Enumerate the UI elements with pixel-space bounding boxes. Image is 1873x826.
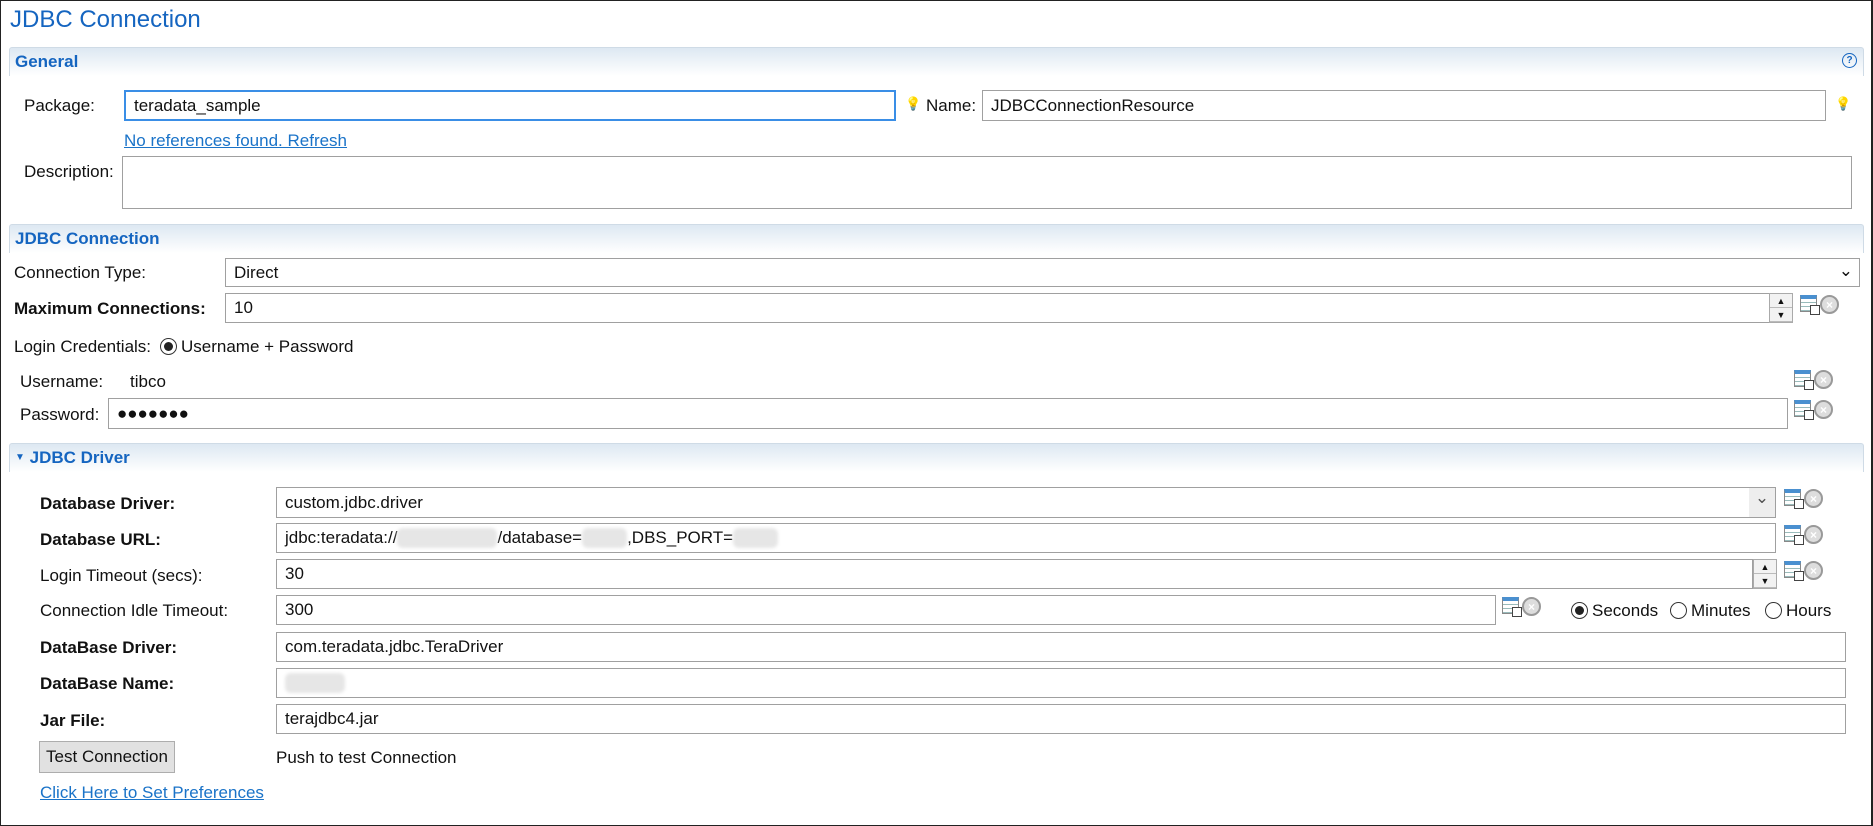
collapse-arrow-icon[interactable]: ▼ — [15, 452, 25, 463]
username-label: Username: — [20, 372, 104, 391]
jar-file-input[interactable]: terajdbc4.jar — [276, 704, 1846, 734]
field-actions: × — [1502, 597, 1541, 617]
unit-hours-radio[interactable]: Hours — [1765, 601, 1831, 621]
password-input[interactable]: ●●●●●●● — [108, 398, 1788, 429]
unit-seconds-radio[interactable]: Seconds — [1571, 601, 1658, 621]
name-input[interactable]: JDBCConnectionResource — [982, 90, 1826, 121]
password-label: Password: — [20, 405, 100, 424]
username-value: tibco — [130, 372, 166, 391]
clear-icon[interactable]: × — [1820, 295, 1839, 314]
max-connections-spinner[interactable]: ▲ ▼ — [1769, 293, 1793, 323]
clear-icon[interactable]: × — [1804, 489, 1823, 508]
lightbulb-icon: 💡 — [905, 96, 922, 111]
max-connections-label: Maximum Connections: — [14, 299, 206, 318]
radio-icon[interactable] — [1670, 602, 1687, 619]
max-connections-input[interactable]: 10 — [225, 293, 1770, 323]
clear-icon[interactable]: × — [1804, 525, 1823, 544]
db-driver-select[interactable]: custom.jdbc.driver ⌄ — [276, 487, 1776, 518]
clear-icon[interactable]: × — [1804, 561, 1823, 580]
package-input[interactable]: teradata_sample — [124, 90, 896, 121]
radio-icon[interactable] — [1765, 602, 1782, 619]
test-hint: Push to test Connection — [276, 748, 457, 767]
table-icon[interactable] — [1794, 400, 1814, 420]
table-icon[interactable] — [1800, 295, 1820, 315]
package-label: Package: — [24, 96, 95, 115]
connection-type-select[interactable]: Direct ⌄ — [225, 258, 1860, 287]
db-url-label: Database URL: — [40, 530, 161, 549]
login-timeout-label: Login Timeout (secs): — [40, 566, 203, 585]
login-credentials-label: Login Credentials: — [14, 337, 152, 356]
test-connection-button[interactable]: Test Connection — [39, 741, 175, 773]
clear-icon[interactable]: × — [1814, 370, 1833, 389]
connection-type-label: Connection Type: — [14, 263, 146, 282]
help-icon[interactable]: ? — [1842, 53, 1857, 68]
radio-icon[interactable] — [1571, 602, 1588, 619]
chevron-down-icon[interactable]: ⌄ — [1749, 488, 1775, 517]
table-icon[interactable] — [1794, 370, 1814, 390]
redacted — [582, 528, 628, 548]
lightbulb-icon: 💡 — [1835, 96, 1852, 111]
section-jdbc-connection: JDBC Connection — [9, 224, 1864, 253]
idle-timeout-label: Connection Idle Timeout: — [40, 601, 229, 620]
description-input[interactable] — [122, 156, 1852, 209]
db-driver-label: Database Driver: — [40, 494, 176, 513]
page-title: JDBC Connection — [10, 6, 201, 33]
clear-icon[interactable]: × — [1522, 597, 1541, 616]
field-actions: × — [1784, 561, 1823, 581]
references-link[interactable]: No references found. Refresh — [124, 131, 347, 151]
table-icon[interactable] — [1784, 561, 1804, 581]
name-label: Name: — [926, 96, 977, 115]
table-icon[interactable] — [1784, 489, 1804, 509]
idle-timeout-input[interactable]: 300 — [276, 595, 1496, 625]
database-driver-label: DataBase Driver: — [40, 638, 178, 657]
redacted — [397, 528, 498, 548]
field-actions: × — [1784, 489, 1823, 509]
db-url-input[interactable]: jdbc:teradata:///database= ,DBS_PORT= — [276, 523, 1776, 553]
radio-icon[interactable] — [160, 338, 177, 355]
redacted — [285, 673, 345, 693]
login-timeout-input[interactable]: 30 — [276, 559, 1753, 589]
field-actions: × — [1784, 525, 1823, 545]
redacted — [733, 528, 779, 548]
database-driver-input[interactable]: com.teradata.jdbc.TeraDriver — [276, 632, 1846, 662]
clear-icon[interactable]: × — [1814, 400, 1833, 419]
preferences-link[interactable]: Click Here to Set Preferences — [40, 783, 264, 803]
login-option-radio[interactable]: Username + Password — [160, 337, 353, 357]
field-actions: × — [1794, 370, 1833, 390]
table-icon[interactable] — [1502, 597, 1522, 617]
unit-minutes-radio[interactable]: Minutes — [1670, 601, 1751, 621]
jar-file-label: Jar File: — [40, 711, 106, 730]
field-actions: × — [1794, 400, 1833, 420]
description-label: Description: — [24, 162, 114, 181]
section-jdbc-driver[interactable]: ▼ JDBC Driver — [9, 443, 1864, 472]
database-name-input[interactable] — [276, 668, 1846, 698]
login-timeout-spinner[interactable]: ▲ ▼ — [1753, 559, 1777, 589]
database-name-label: DataBase Name: — [40, 674, 175, 693]
chevron-down-icon[interactable]: ⌄ — [1839, 261, 1853, 281]
table-icon[interactable] — [1784, 525, 1804, 545]
field-actions: × — [1800, 295, 1839, 315]
section-general: General ? — [9, 47, 1864, 76]
